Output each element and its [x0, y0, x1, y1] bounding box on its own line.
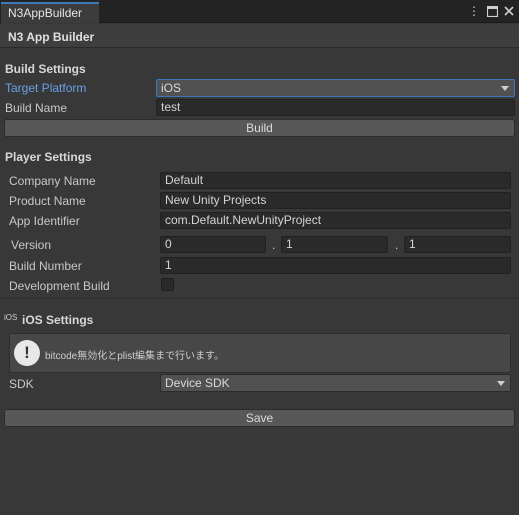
version-separator-1: . — [272, 238, 276, 252]
page-title: N3 App Builder — [8, 30, 95, 44]
company-name-label: Company Name — [9, 174, 96, 188]
target-platform-label: Target Platform — [5, 81, 87, 95]
build-name-input[interactable]: test — [156, 99, 515, 116]
app-header: N3 App Builder — [0, 24, 519, 48]
target-platform-value: iOS — [161, 81, 182, 95]
info-exclamation-icon: ! — [14, 340, 40, 366]
development-build-label: Development Build — [9, 279, 110, 293]
build-settings-title: Build Settings — [5, 62, 86, 76]
sdk-dropdown[interactable]: Device SDK — [160, 374, 511, 392]
product-name-input[interactable]: New Unity Projects — [160, 192, 511, 209]
build-number-label: Build Number — [9, 259, 82, 273]
sdk-label: SDK — [9, 377, 34, 391]
kebab-menu-icon[interactable]: ⋮ — [467, 3, 481, 19]
version-separator-2: . — [395, 238, 399, 252]
build-button[interactable]: Build — [4, 119, 515, 137]
help-text: bitcode無効化とplist編集まで行います。 — [45, 351, 225, 362]
window-tab-bar: N3AppBuilder ⋮ — [0, 0, 519, 23]
sdk-value: Device SDK — [165, 376, 230, 390]
company-name-input[interactable]: Default — [160, 172, 511, 189]
close-icon[interactable] — [502, 3, 516, 19]
app-identifier-label: App Identifier — [9, 214, 80, 228]
chevron-down-icon — [501, 86, 509, 91]
ios-platform-icon: iOS — [4, 313, 18, 322]
tab-n3appbuilder[interactable]: N3AppBuilder — [1, 2, 99, 23]
app-identifier-input[interactable]: com.Default.NewUnityProject — [160, 212, 511, 229]
product-name-label: Product Name — [9, 194, 86, 208]
ios-settings-title: iOS Settings — [22, 313, 94, 327]
target-platform-dropdown[interactable]: iOS — [156, 79, 515, 97]
player-settings-title: Player Settings — [5, 150, 92, 164]
build-name-label: Build Name — [5, 101, 68, 115]
help-box: ! bitcode無効化とplist編集まで行います。 — [9, 333, 511, 373]
version-major-input[interactable]: 0 — [160, 236, 266, 253]
build-number-input[interactable]: 1 — [160, 257, 511, 274]
chevron-down-icon — [497, 381, 505, 386]
save-button[interactable]: Save — [4, 409, 515, 427]
version-label: Version — [11, 238, 52, 252]
development-build-checkbox[interactable] — [161, 278, 174, 291]
maximize-icon[interactable] — [485, 3, 499, 19]
version-patch-input[interactable]: 1 — [404, 236, 511, 253]
version-minor-input[interactable]: 1 — [281, 236, 388, 253]
section-divider — [0, 298, 519, 299]
